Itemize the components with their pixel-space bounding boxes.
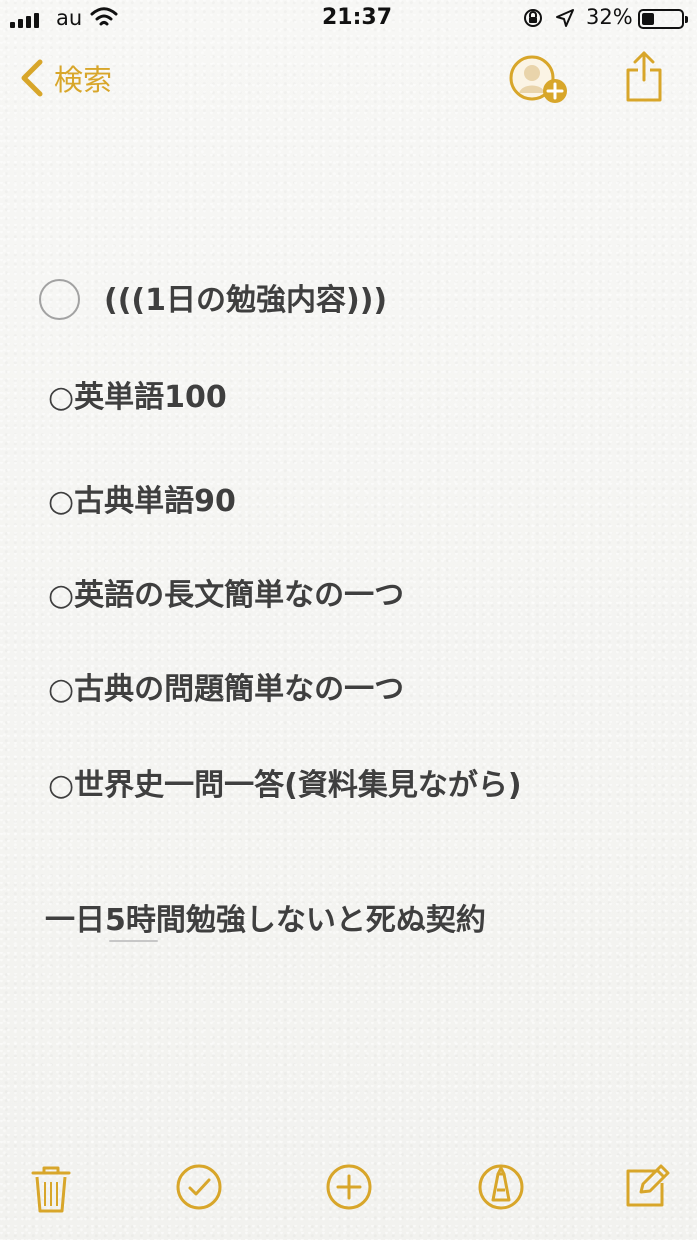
note-body[interactable]: (((1日の勉強内容))) ○英単語100 ○古典単語90 ○英語の長文簡単なの…: [0, 0, 697, 1240]
add-icon[interactable]: [324, 1162, 374, 1212]
study-item-world-history[interactable]: ○世界史一問一答(資料集見ながら): [48, 768, 522, 804]
compose-icon[interactable]: [623, 1163, 671, 1209]
study-item-english-reading[interactable]: ○英語の長文簡単なの一つ: [48, 578, 404, 614]
study-item-classical-vocabulary[interactable]: ○古典単語90: [48, 484, 236, 520]
study-item-classical-problem[interactable]: ○古典の問題簡単なの一つ: [48, 672, 404, 708]
checklist-icon[interactable]: [174, 1162, 224, 1212]
study-contract-line[interactable]: 一日5時間勉強しないと死ぬ契約: [45, 903, 486, 939]
study-item-english-vocabulary[interactable]: ○英単語100: [48, 380, 227, 416]
text-underline: [109, 940, 158, 942]
bottom-toolbar: [0, 1162, 697, 1240]
checklist-circle[interactable]: [39, 279, 80, 320]
trash-icon[interactable]: [28, 1164, 74, 1214]
markup-icon[interactable]: [476, 1162, 526, 1212]
note-heading[interactable]: (((1日の勉強内容))): [104, 283, 387, 319]
